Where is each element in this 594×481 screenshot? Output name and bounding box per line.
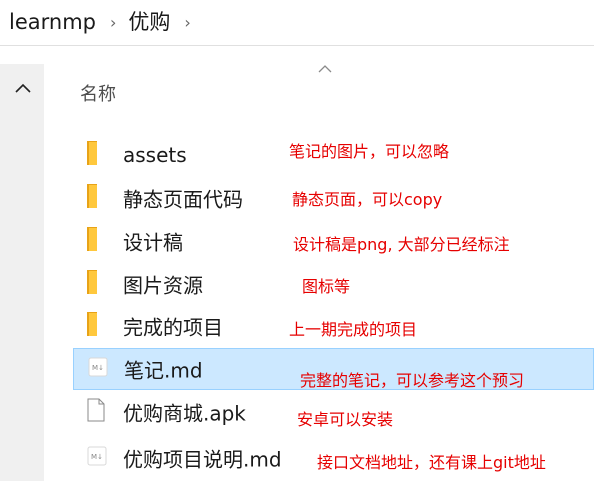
annotation-note: 安卓可以安装 — [297, 410, 394, 429]
chevron-up-icon[interactable] — [14, 82, 32, 94]
file-name: 设计稿 — [123, 230, 183, 255]
breadcrumb-item-learnmp[interactable]: learnmp — [9, 12, 96, 33]
breadcrumb: learnmp › 优购 › — [0, 0, 594, 46]
breadcrumb-separator-trailing[interactable]: › — [184, 13, 190, 32]
file-name: assets — [123, 143, 187, 167]
file-name: 完成的项目 — [123, 315, 223, 340]
annotation-note: 接口文档地址，还有课上git地址 — [317, 453, 546, 472]
sort-chevron-icon — [318, 65, 332, 73]
annotation-note: 笔记的图片，可以忽略 — [289, 142, 450, 161]
annotation-note: 上一期完成的项目 — [289, 320, 418, 339]
navigation-pane[interactable] — [0, 64, 44, 481]
breadcrumb-separator[interactable]: › — [110, 13, 116, 32]
folder-icon — [87, 141, 97, 169]
folder-icon — [87, 184, 97, 212]
annotation-note: 设计稿是png, 大部分已经标注 — [293, 235, 510, 254]
annotation-note: 静态页面，可以copy — [292, 190, 443, 209]
folder-icon — [87, 227, 97, 255]
breadcrumb-item-youguo[interactable]: 优购 — [128, 12, 170, 33]
markdown-file-icon: M↓ — [87, 446, 107, 470]
file-name: 静态页面代码 — [123, 187, 243, 212]
svg-text:M↓: M↓ — [91, 453, 103, 461]
svg-text:M↓: M↓ — [92, 364, 104, 372]
file-name: 优购项目说明.md — [123, 447, 282, 472]
markdown-file-icon: M↓ — [88, 357, 108, 381]
file-name: 图片资源 — [123, 273, 203, 298]
folder-icon — [87, 312, 97, 340]
annotation-note: 完整的笔记，可以参考这个预习 — [300, 371, 525, 390]
blank-file-icon — [87, 398, 105, 426]
column-header-name[interactable]: 名称 — [80, 80, 116, 106]
folder-icon — [87, 270, 97, 298]
file-name: 优购商城.apk — [123, 401, 246, 426]
annotation-note: 图标等 — [302, 277, 351, 296]
file-name: 笔记.md — [124, 358, 203, 383]
file-explorer-window: learnmp › 优购 › 名称 assets 笔记的图片，可以忽略 静态页面… — [0, 0, 594, 481]
